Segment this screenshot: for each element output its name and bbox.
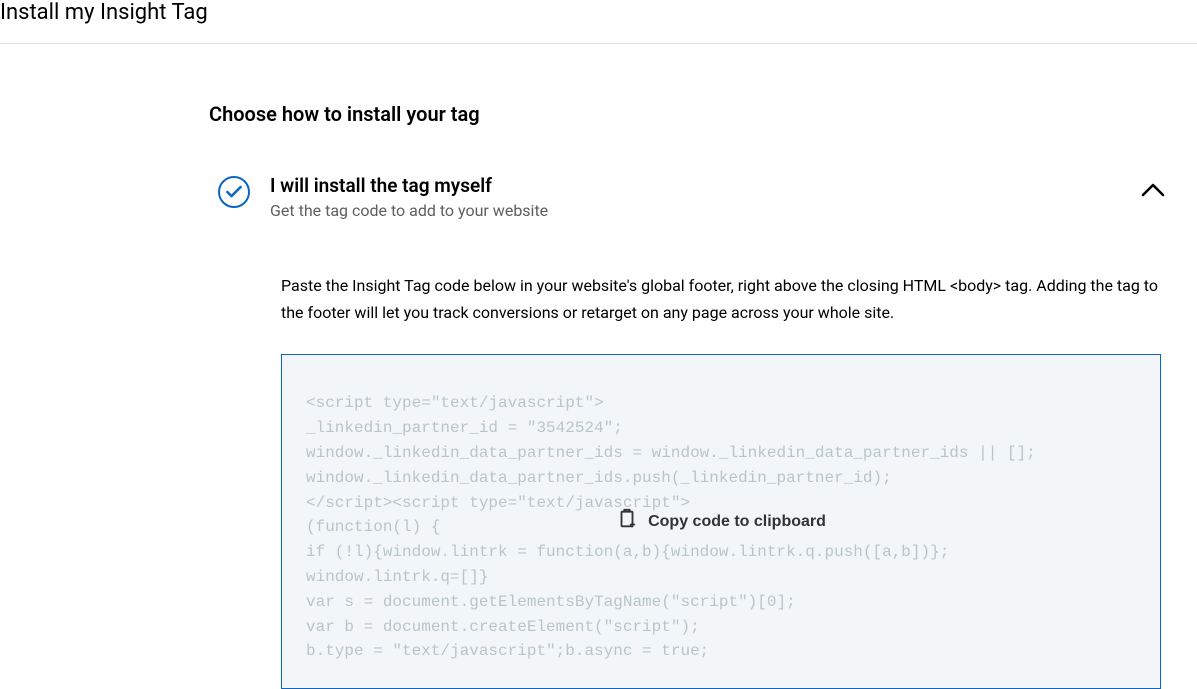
copy-code-label: Copy code to clipboard bbox=[648, 513, 826, 531]
accordion-text: I will install the tag myself Get the ta… bbox=[270, 174, 1115, 220]
main-content: Choose how to install your tag I will in… bbox=[0, 44, 1165, 689]
check-circle-icon bbox=[218, 176, 250, 208]
section-title: Choose how to install your tag bbox=[209, 102, 1165, 126]
accordion-subtitle: Get the tag code to add to your website bbox=[270, 201, 1115, 220]
page-header: Install my Insight Tag bbox=[0, 0, 1197, 44]
install-instructions: Paste the Insight Tag code below in your… bbox=[281, 272, 1165, 326]
page-title: Install my Insight Tag bbox=[0, 0, 1197, 25]
accordion-body: Paste the Insight Tag code below in your… bbox=[209, 220, 1165, 689]
clipboard-icon bbox=[616, 508, 638, 535]
code-box: <script type="text/javascript"> _linkedi… bbox=[281, 354, 1161, 689]
accordion-self-install[interactable]: I will install the tag myself Get the ta… bbox=[209, 174, 1165, 220]
copy-code-button[interactable]: Copy code to clipboard bbox=[602, 500, 840, 543]
chevron-up-icon bbox=[1141, 182, 1165, 201]
accordion-title: I will install the tag myself bbox=[270, 174, 1115, 197]
